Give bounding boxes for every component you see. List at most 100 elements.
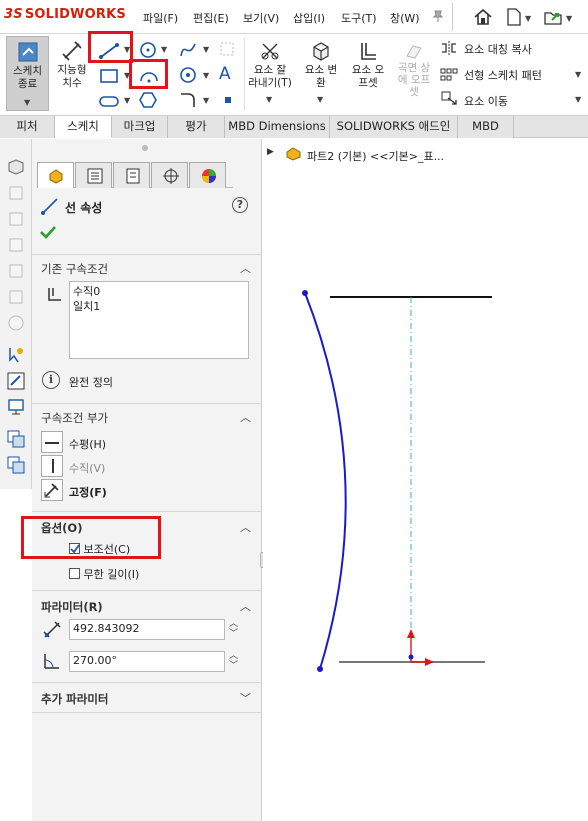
menu-file[interactable]: 파일(F) [143,10,178,26]
menu-insert[interactable]: 삽입(I) [293,10,325,26]
collapse-caret-icon[interactable]: ︿ [240,260,251,276]
display-icon[interactable] [6,397,26,417]
parameters-header[interactable]: 파라미터(R) [41,599,103,615]
open-folder-icon[interactable] [543,7,563,27]
part-icon [49,169,63,184]
existing-relations-list[interactable]: 수직0 일치1 [69,281,249,359]
menu-window[interactable]: 창(W) [390,10,420,26]
copy-icon[interactable] [6,455,26,475]
polygon-tool-icon[interactable] [138,90,158,110]
menu-edit[interactable]: 편집(E) [193,10,229,26]
box-icon[interactable] [6,261,26,281]
infinite-length-checkbox[interactable]: 무한 길이(I) [69,566,139,582]
menu-view[interactable]: 보기(V) [243,10,279,26]
slot-tool-icon[interactable] [178,65,198,85]
line-tool-highlight [88,31,133,63]
straight-slot-icon[interactable] [98,92,120,110]
select-icon[interactable] [6,345,26,365]
exit-sketch-button[interactable]: 스케치 종료 ▼ [6,36,49,111]
tab-propertymanager[interactable] [75,162,112,188]
tab-evaluate[interactable]: 평가 [168,116,225,138]
new-document-icon[interactable] [505,7,523,27]
trim-entities-button[interactable]: 요소 잘 라내기(T) ▼ [246,36,294,108]
origin-point[interactable] [408,654,414,660]
sphere-icon[interactable] [6,313,26,333]
offset-entities-button[interactable]: 요소 오 프셋 [346,36,390,108]
tab-solidworks-addins[interactable]: SOLIDWORKS 애드인 [330,116,458,138]
chevron-down-icon[interactable]: ▼ [203,45,209,54]
add-relations-header[interactable]: 구속조건 부가 [41,410,108,426]
graphics-area[interactable]: ▶ 파트2 (기본) <<기본>_표... [263,139,588,821]
chevron-down-icon[interactable]: ▼ [575,70,581,79]
move-entities-button[interactable]: 요소 이동 [464,93,508,109]
angle-input[interactable]: 270.00° [69,651,225,672]
list-item[interactable]: 일치1 [73,299,245,314]
ok-checkmark-icon[interactable] [39,224,57,240]
chevron-down-icon[interactable]: ▼ [525,14,531,23]
cube-icon[interactable] [6,157,26,177]
chevron-down-icon[interactable]: ▼ [203,71,209,80]
box-icon[interactable] [6,209,26,229]
help-icon[interactable]: ? [232,197,248,213]
chevron-down-icon[interactable]: ▼ [161,45,167,54]
convert-entities-button[interactable]: 요소 변 환 ▼ [298,36,344,108]
sketch-arc[interactable] [304,292,347,670]
arc-tool-highlight [129,59,168,89]
collapse-caret-icon[interactable]: ︿ [240,598,251,614]
tab-mbd[interactable]: MBD [458,116,514,138]
tab-features[interactable]: 피처 [0,116,55,138]
length-input[interactable]: 492.843092 [69,619,225,640]
length-spinner[interactable]: ︿ ﹀ [229,619,238,639]
horizontal-relation-icon[interactable] [41,431,63,453]
point-tool-icon[interactable] [222,94,234,106]
home-icon[interactable] [473,7,493,27]
offset-on-surface-button[interactable]: 곡면 상 에 오프 셋 [392,36,436,112]
spline-tool-icon[interactable] [178,40,198,60]
smart-dimension-button[interactable]: 지능형 치수 [53,36,91,96]
expand-caret-icon[interactable]: ﹀ [240,690,251,706]
collapse-caret-icon[interactable]: ︿ [240,409,251,425]
additional-parameters-header[interactable]: 추가 파라미터 [41,691,108,707]
pin-icon[interactable] [431,9,445,23]
existing-relations-header[interactable]: 기존 구속조건 [41,261,108,277]
chevron-down-icon[interactable]: ▼ [124,96,130,105]
circle-tool-icon[interactable] [138,40,158,60]
appearance-icon [202,169,216,183]
endpoint[interactable] [317,666,323,672]
checkbox-unchecked[interactable] [69,568,80,579]
endpoint[interactable] [302,290,308,296]
mirror-entities-button[interactable]: 요소 대칭 복사 [464,41,532,57]
relations-icon[interactable] [6,371,26,391]
panel-handle[interactable] [142,145,148,151]
trim-icon [261,43,279,60]
tab-dimxpert[interactable] [151,162,188,188]
fillet-tool-icon[interactable] [178,90,198,110]
menu-tools[interactable]: 도구(T) [341,10,377,26]
add-horizontal-label[interactable]: 수평(H) [69,436,106,452]
box-icon[interactable] [6,235,26,255]
tab-featuremanager[interactable] [37,162,74,188]
tab-markup[interactable]: 마크업 [112,116,168,138]
chevron-down-icon[interactable]: ▼ [566,14,572,23]
box-icon[interactable] [6,183,26,203]
linear-pattern-button[interactable]: 선형 스케치 패턴 [464,67,542,83]
box-icon[interactable] [6,287,26,307]
sketch-canvas[interactable] [263,139,588,821]
add-vertical-label[interactable]: 수직(V) [69,460,105,476]
list-item[interactable]: 수직0 [73,284,245,299]
sketch-toolbar-vertical [0,139,32,489]
add-fix-label[interactable]: 고정(F) [69,484,107,500]
rectangle-tool-icon[interactable] [98,67,120,85]
tab-mbd-dimensions[interactable]: MBD Dimensions [225,116,330,138]
tab-configurationmanager[interactable] [113,162,150,188]
text-tool-icon[interactable]: A [219,64,231,84]
copy-icon[interactable] [6,429,26,449]
angle-spinner[interactable]: ︿ ﹀ [229,651,238,671]
collapse-caret-icon[interactable]: ︿ [240,519,251,535]
tab-displaymanager[interactable] [189,162,226,188]
vertical-relation-icon[interactable] [41,455,63,477]
fix-relation-icon[interactable] [41,479,63,501]
tab-sketch[interactable]: 스케치 [55,116,112,138]
chevron-down-icon[interactable]: ▼ [203,96,209,105]
chevron-down-icon[interactable]: ▼ [575,95,581,104]
